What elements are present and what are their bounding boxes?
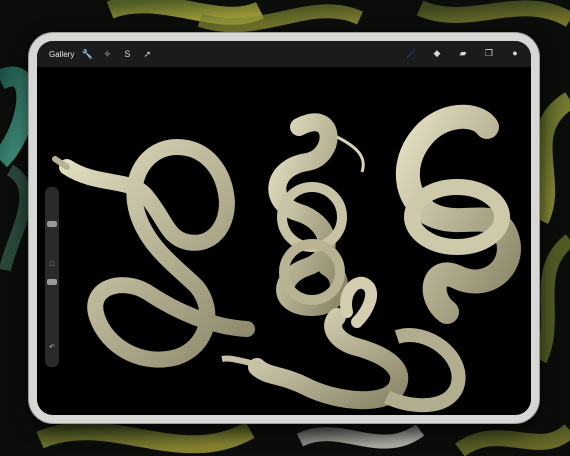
brush-size-sidebar: □ ↶: [45, 187, 59, 367]
selection-icon[interactable]: S: [120, 47, 134, 61]
transform-icon[interactable]: ➚: [140, 47, 154, 61]
opacity-slider[interactable]: [47, 279, 57, 285]
drawing-canvas[interactable]: □ ↶: [37, 67, 531, 415]
app-screen: Gallery 🔧 ✧ S ➚ ／ ◆ ▰ ❐ ● □ ↶: [37, 41, 531, 415]
modify-square-icon[interactable]: □: [47, 259, 57, 269]
snake-cobra: [248, 308, 409, 410]
undo-icon[interactable]: ↶: [47, 342, 57, 352]
eraser-icon[interactable]: ▰: [455, 45, 471, 61]
brush-size-slider[interactable]: [47, 221, 57, 227]
layers-icon[interactable]: ❐: [481, 45, 497, 61]
top-toolbar: Gallery 🔧 ✧ S ➚ ／ ◆ ▰ ❐ ●: [37, 41, 531, 67]
gallery-button[interactable]: Gallery: [49, 50, 74, 59]
snake-left: [59, 138, 255, 368]
smudge-icon[interactable]: ◆: [429, 45, 445, 61]
snake-artwork: [52, 104, 521, 413]
right-tool-group: ／ ◆ ▰ ❐ ●: [403, 45, 523, 61]
wrench-icon[interactable]: 🔧: [80, 47, 94, 61]
magic-wand-icon[interactable]: ✧: [100, 47, 114, 61]
brush-icon[interactable]: ／: [403, 45, 419, 61]
color-icon[interactable]: ●: [507, 45, 523, 61]
ipad-frame: Gallery 🔧 ✧ S ➚ ／ ◆ ▰ ❐ ● □ ↶: [29, 33, 539, 423]
